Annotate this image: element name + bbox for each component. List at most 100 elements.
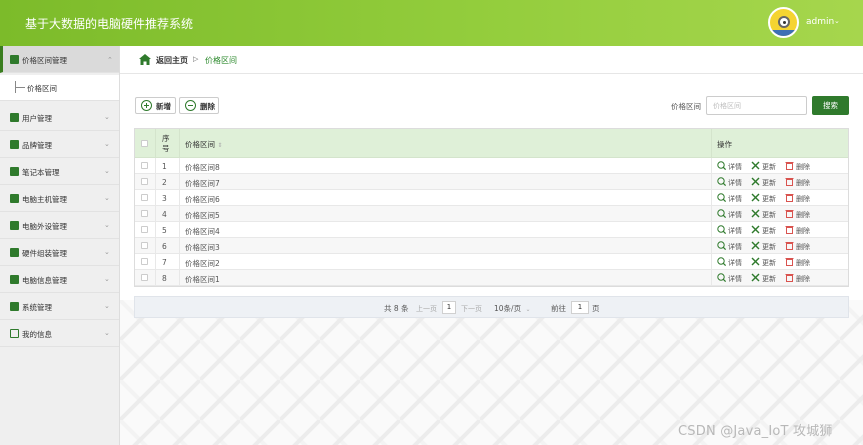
detail-button[interactable]: 详情 (717, 241, 747, 251)
row-name: 价格区间6 (185, 195, 220, 204)
detail-button[interactable]: 详情 (717, 209, 747, 219)
delete-row-button[interactable]: 删除 (785, 273, 815, 283)
detail-button[interactable]: 详情 (717, 161, 747, 171)
chevron-up-icon: ⌄ (107, 55, 113, 63)
wrench-icon (751, 177, 760, 186)
user-menu-caret-icon[interactable]: ⌄ (834, 17, 840, 25)
row-checkbox[interactable] (141, 194, 148, 201)
table-row: 5 价格区间4 详情 更新 删除 (135, 222, 848, 238)
update-button[interactable]: 更新 (751, 161, 781, 171)
trash-icon (785, 178, 794, 186)
sidebar-item-peripherals[interactable]: 电脑外设管理 ⌄ (0, 212, 119, 239)
laptop-icon (10, 167, 19, 176)
row-checkbox[interactable] (141, 274, 148, 281)
delete-row-button-label: 删除 (796, 259, 810, 267)
update-button-label: 更新 (762, 275, 776, 283)
delete-row-button[interactable]: 删除 (785, 209, 815, 219)
row-name: 价格区间7 (185, 179, 220, 188)
trash-icon (785, 210, 794, 218)
add-button[interactable]: 新增 (135, 97, 176, 114)
sidebar-item-assembly[interactable]: 硬件组装管理 ⌄ (0, 239, 119, 266)
update-button[interactable]: 更新 (751, 177, 781, 187)
delete-button[interactable]: 删除 (179, 97, 219, 114)
detail-button[interactable]: 详情 (717, 257, 747, 267)
column-header-index: 序号 (162, 134, 170, 153)
update-button[interactable]: 更新 (751, 225, 781, 235)
delete-row-button[interactable]: 删除 (785, 177, 815, 187)
update-button[interactable]: 更新 (751, 241, 781, 251)
detail-button[interactable]: 详情 (717, 225, 747, 235)
host-icon (10, 194, 19, 203)
breadcrumb: 返回主页 ▷ 价格区间 (120, 46, 863, 74)
sidebar-item-system[interactable]: 系统管理 ⌄ (0, 293, 119, 320)
user-avatar[interactable] (768, 7, 799, 38)
row-index: 6 (162, 242, 167, 251)
pagination-prev[interactable]: 上一页 (416, 304, 437, 314)
row-name: 价格区间4 (185, 227, 220, 236)
detail-button-label: 详情 (728, 259, 742, 267)
chevron-down-icon: ⌄ (104, 275, 110, 283)
table-row: 8 价格区间1 详情 更新 删除 (135, 270, 848, 286)
trash-icon (785, 162, 794, 170)
update-button-label: 更新 (762, 259, 776, 267)
sidebar-item-hosts[interactable]: 电脑主机管理 ⌄ (0, 185, 119, 212)
row-name: 价格区间2 (185, 259, 220, 268)
table-row: 3 价格区间6 详情 更新 删除 (135, 190, 848, 206)
sidebar-item-label: 硬件组装管理 (22, 249, 67, 258)
detail-button[interactable]: 详情 (717, 177, 747, 187)
search-input[interactable] (706, 96, 807, 115)
row-index: 7 (162, 258, 167, 267)
pagination-goto-input[interactable]: 1 (571, 301, 589, 314)
column-header-name[interactable]: 价格区间 ⇕ (185, 139, 222, 150)
user-name[interactable]: admin (806, 17, 834, 27)
sidebar-subitem-price-range[interactable]: 价格区间 (0, 75, 119, 101)
row-name: 价格区间8 (185, 163, 220, 172)
sidebar-subitem-label: 价格区间 (27, 84, 57, 93)
breadcrumb-home-link[interactable]: 返回主页 (156, 55, 188, 66)
delete-row-button[interactable]: 删除 (785, 225, 815, 235)
update-button[interactable]: 更新 (751, 209, 781, 219)
pagination-total: 共 8 条 (384, 304, 409, 313)
update-button[interactable]: 更新 (751, 273, 781, 283)
column-header-name-label: 价格区间 (185, 140, 215, 149)
pagination-next[interactable]: 下一页 (461, 304, 482, 314)
home-icon[interactable] (139, 54, 151, 65)
sort-icon[interactable]: ⇕ (217, 142, 222, 149)
detail-button-label: 详情 (728, 163, 742, 171)
row-checkbox[interactable] (141, 258, 148, 265)
trash-icon (785, 242, 794, 250)
sidebar-item-pc-info[interactable]: 电脑信息管理 ⌄ (0, 266, 119, 293)
row-checkbox[interactable] (141, 242, 148, 249)
sidebar-item-users[interactable]: 用户管理 ⌄ (0, 104, 119, 131)
row-checkbox[interactable] (141, 178, 148, 185)
delete-row-button[interactable]: 删除 (785, 193, 815, 203)
pagination-current-page[interactable]: 1 (442, 301, 456, 314)
delete-row-button[interactable]: 删除 (785, 161, 815, 171)
sidebar-item-profile[interactable]: 我的信息 ⌄ (0, 320, 119, 347)
detail-button[interactable]: 详情 (717, 193, 747, 203)
search-label: 价格区间 (671, 102, 701, 111)
delete-row-button[interactable]: 删除 (785, 257, 815, 267)
row-index: 8 (162, 274, 167, 283)
row-checkbox[interactable] (141, 226, 148, 233)
page-size-caret-icon: ⌄ (525, 306, 531, 313)
row-checkbox[interactable] (141, 162, 148, 169)
search-button[interactable]: 搜索 (812, 96, 849, 115)
delete-row-button-label: 删除 (796, 195, 810, 203)
sidebar-item-brands[interactable]: 品牌管理 ⌄ (0, 131, 119, 158)
delete-row-button[interactable]: 删除 (785, 241, 815, 251)
sidebar-item-price-range[interactable]: 价格区间管理 ⌄ (0, 46, 119, 73)
sidebar-item-laptops[interactable]: 笔记本管理 ⌄ (0, 158, 119, 185)
sidebar-item-label: 电脑主机管理 (22, 195, 67, 204)
pagination-page-unit: 页 (592, 304, 600, 313)
detail-button[interactable]: 详情 (717, 273, 747, 283)
update-button[interactable]: 更新 (751, 257, 781, 267)
select-all-checkbox[interactable] (141, 140, 148, 147)
chevron-down-icon: ⌄ (104, 167, 110, 175)
peripheral-icon (10, 221, 19, 230)
row-index: 1 (162, 162, 167, 171)
update-button[interactable]: 更新 (751, 193, 781, 203)
app-header: 基于大数据的电脑硬件推荐系统 admin ⌄ (0, 0, 863, 46)
row-checkbox[interactable] (141, 210, 148, 217)
pagination-page-size[interactable]: 10条/页 ⌄ (494, 303, 531, 314)
